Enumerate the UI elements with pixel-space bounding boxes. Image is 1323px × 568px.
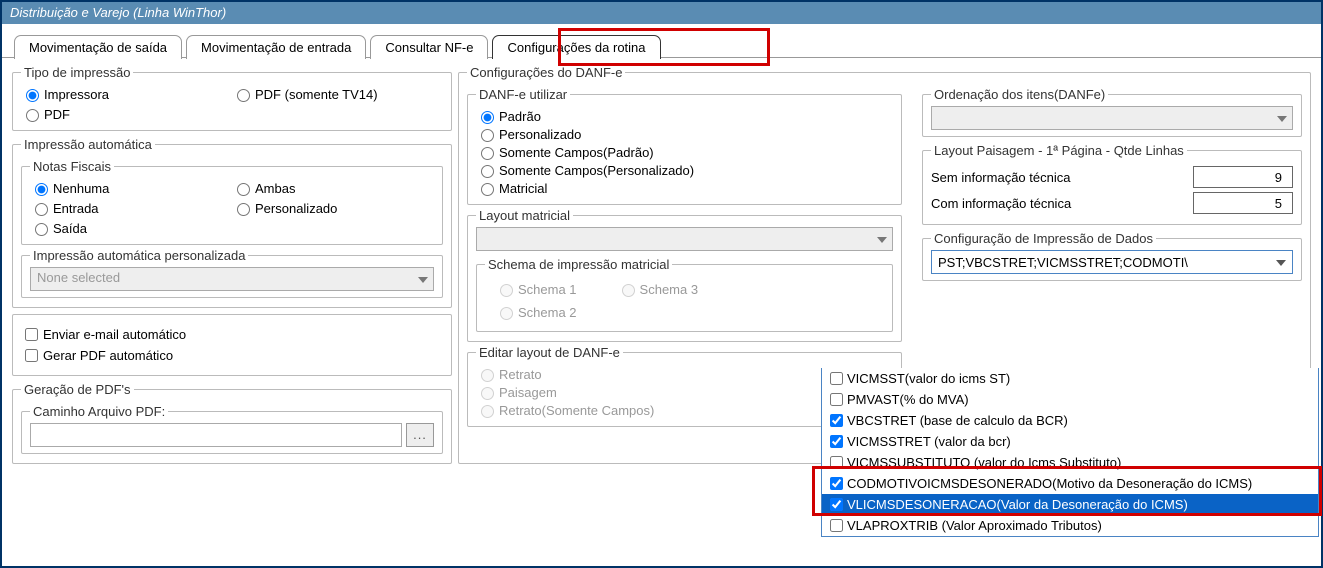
radio-pdf-tv14[interactable]: PDF (somente TV14) <box>232 86 443 102</box>
radio-personalizado[interactable]: Personalizado <box>232 200 434 216</box>
checklist-label: VICMSST(valor do icms ST) <box>847 371 1010 386</box>
checklist-label: VLAPROXTRIB (Valor Aproximado Tributos) <box>847 518 1102 533</box>
tab-mov-entrada[interactable]: Movimentação de entrada <box>186 35 366 59</box>
sem-info-input[interactable] <box>1193 166 1293 188</box>
com-info-input[interactable] <box>1193 192 1293 214</box>
geracao-pdf-group: Geração de PDF's Caminho Arquivo PDF: ..… <box>12 382 452 464</box>
config-impressao-dados-legend: Configuração de Impressão de Dados <box>931 231 1156 246</box>
checklist-label: CODMOTIVOICMSDESONERADO(Motivo da Desone… <box>847 476 1252 491</box>
auto-checks-group: Enviar e-mail automático Gerar PDF autom… <box>12 314 452 376</box>
layout-matricial-combo[interactable] <box>476 227 893 251</box>
danfe-utilizar-group: DANF-e utilizar Padrão Personalizado Som… <box>467 87 902 205</box>
com-info-label: Com informação técnica <box>931 196 1071 211</box>
checklist-item[interactable]: CODMOTIVOICMSDESONERADO(Motivo da Desone… <box>822 473 1318 494</box>
layout-paisagem-group: Layout Paisagem - 1ª Página - Qtde Linha… <box>922 143 1302 225</box>
config-impressao-checklist[interactable]: VICMSST(valor do icms ST) PMVAST(% do MVA… <box>821 368 1319 537</box>
config-danfe-legend: Configurações do DANF-e <box>467 65 625 80</box>
checklist-item[interactable]: VBCSTRET (base de calculo da BCR) <box>822 410 1318 431</box>
caminho-pdf-input[interactable] <box>30 423 402 447</box>
checklist-item[interactable]: PMVAST(% do MVA) <box>822 389 1318 410</box>
radio-schema1: Schema 1 <box>495 281 577 297</box>
radio-matricial[interactable]: Matricial <box>476 180 893 196</box>
geracao-pdf-legend: Geração de PDF's <box>21 382 134 397</box>
window-title: Distribuição e Varejo (Linha WinThor) <box>10 5 226 20</box>
radio-padrao[interactable]: Padrão <box>476 108 893 124</box>
checklist-checkbox[interactable] <box>830 477 843 490</box>
radio-schema3: Schema 3 <box>617 281 699 297</box>
ordenacao-group: Ordenação dos itens(DANFe) <box>922 87 1302 137</box>
editar-layout-legend: Editar layout de DANF-e <box>476 345 623 360</box>
checklist-item[interactable]: VLAPROXTRIB (Valor Aproximado Tributos) <box>822 515 1318 536</box>
notas-fiscais-group: Notas Fiscais Nenhuma Ambas Entrada Pers… <box>21 159 443 245</box>
ordenacao-combo[interactable] <box>931 106 1293 130</box>
checklist-checkbox[interactable] <box>830 414 843 427</box>
tipo-impressao-legend: Tipo de impressão <box>21 65 133 80</box>
tab-config-rotina[interactable]: Configurações da rotina <box>492 35 660 59</box>
radio-pdf[interactable]: PDF <box>21 106 232 122</box>
impressao-auto-group: Impressão automática Notas Fiscais Nenhu… <box>12 137 452 308</box>
checklist-item[interactable]: VLICMSDESONERACAO(Valor da Desoneração d… <box>822 494 1318 515</box>
check-email-auto[interactable]: Enviar e-mail automático <box>21 325 443 344</box>
checklist-label: VICMSSUBSTITUTO (valor do Icms Substitut… <box>847 455 1121 470</box>
schema-legend: Schema de impressão matricial <box>485 257 672 272</box>
schema-group: Schema de impressão matricial Schema 1 S… <box>476 257 893 332</box>
checklist-item[interactable]: VICMSSUBSTITUTO (valor do Icms Substitut… <box>822 452 1318 473</box>
radio-somente-pers[interactable]: Somente Campos(Personalizado) <box>476 162 893 178</box>
checklist-label: PMVAST(% do MVA) <box>847 392 969 407</box>
checklist-checkbox[interactable] <box>830 435 843 448</box>
radio-somente-padrao[interactable]: Somente Campos(Padrão) <box>476 144 893 160</box>
check-pdf-auto[interactable]: Gerar PDF automático <box>21 346 443 365</box>
checklist-item[interactable]: VICMSSTRET (valor da bcr) <box>822 431 1318 452</box>
radio-saida[interactable]: Saída <box>30 220 232 236</box>
impressao-pers-combo[interactable]: None selected <box>30 267 434 291</box>
caminho-pdf-legend: Caminho Arquivo PDF: <box>30 404 168 419</box>
checklist-label: VICMSSTRET (valor da bcr) <box>847 434 1011 449</box>
sem-info-label: Sem informação técnica <box>931 170 1070 185</box>
checklist-label: VBCSTRET (base de calculo da BCR) <box>847 413 1068 428</box>
checklist-label: VLICMSDESONERACAO(Valor da Desoneração d… <box>847 497 1188 512</box>
tab-bar: Movimentação de saída Movimentação de en… <box>2 24 1321 58</box>
radio-entrada[interactable]: Entrada <box>30 200 232 216</box>
ordenacao-legend: Ordenação dos itens(DANFe) <box>931 87 1108 102</box>
layout-paisagem-legend: Layout Paisagem - 1ª Página - Qtde Linha… <box>931 143 1187 158</box>
impressao-pers-legend: Impressão automática personalizada <box>30 248 248 263</box>
impressao-auto-legend: Impressão automática <box>21 137 155 152</box>
tipo-impressao-group: Tipo de impressão Impressora PDF (soment… <box>12 65 452 131</box>
checklist-checkbox[interactable] <box>830 498 843 511</box>
layout-matricial-group: Layout matricial Schema de impressão mat… <box>467 208 902 342</box>
danfe-utilizar-legend: DANF-e utilizar <box>476 87 570 102</box>
checklist-checkbox[interactable] <box>830 393 843 406</box>
config-impressao-dados-group: Configuração de Impressão de Dados PST;V… <box>922 231 1302 281</box>
window-titlebar: Distribuição e Varejo (Linha WinThor) <box>2 2 1321 24</box>
caminho-pdf-group: Caminho Arquivo PDF: ... <box>21 404 443 454</box>
layout-matricial-legend: Layout matricial <box>476 208 573 223</box>
checklist-checkbox[interactable] <box>830 519 843 532</box>
impressao-pers-group: Impressão automática personalizada None … <box>21 248 443 298</box>
tab-mov-saida[interactable]: Movimentação de saída <box>14 35 182 59</box>
browse-button[interactable]: ... <box>406 423 434 447</box>
tab-consultar-nfe[interactable]: Consultar NF-e <box>370 35 488 59</box>
radio-nenhuma[interactable]: Nenhuma <box>30 180 232 196</box>
radio-impressora[interactable]: Impressora <box>21 86 232 102</box>
radio-ambas[interactable]: Ambas <box>232 180 434 196</box>
checklist-checkbox[interactable] <box>830 372 843 385</box>
checklist-checkbox[interactable] <box>830 456 843 469</box>
notas-fiscais-legend: Notas Fiscais <box>30 159 114 174</box>
radio-schema2: Schema 2 <box>495 304 577 320</box>
radio-personalizado-danfe[interactable]: Personalizado <box>476 126 893 142</box>
config-impressao-combo[interactable]: PST;VBCSTRET;VICMSSTRET;CODMOTI\ <box>931 250 1293 274</box>
checklist-item[interactable]: VICMSST(valor do icms ST) <box>822 368 1318 389</box>
